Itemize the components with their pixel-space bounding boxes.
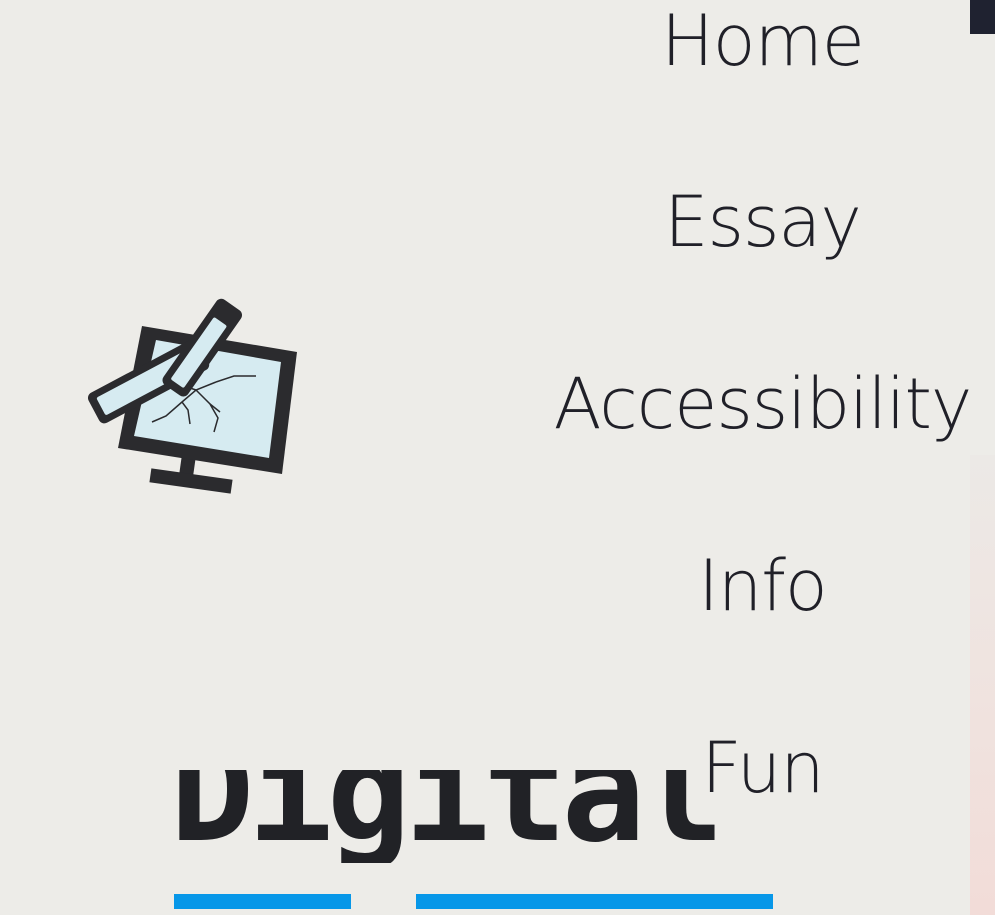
nav-item-essay[interactable]: Essay <box>540 182 985 262</box>
nav-item-info[interactable]: Info <box>540 546 985 626</box>
site-logo[interactable] <box>87 292 302 506</box>
main-navigation: Home Essay Accessibility Info Fun <box>540 0 985 915</box>
title-underline-left <box>174 894 351 909</box>
nav-item-accessibility[interactable]: Accessibility <box>540 364 985 444</box>
nav-item-fun[interactable]: Fun <box>540 728 985 808</box>
broken-computer-hammer-icon <box>87 298 297 494</box>
page: Digital Home Essay Accessibility Info Fu… <box>0 0 995 915</box>
nav-item-home[interactable]: Home <box>540 1 985 81</box>
